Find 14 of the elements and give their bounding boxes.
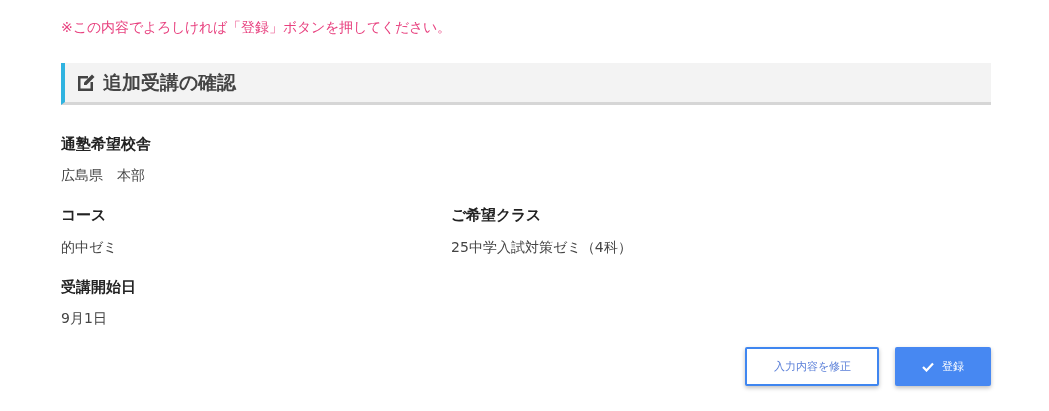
field-value: 的中ゼミ xyxy=(61,237,118,257)
edit-icon xyxy=(77,72,97,93)
register-button[interactable]: 登録 xyxy=(895,347,991,387)
section-title: 追加受講の確認 xyxy=(103,71,236,94)
field-label: コース xyxy=(61,205,107,227)
field-value: 25中学入試対策ゼミ（4科） xyxy=(451,237,633,257)
field-value: 9月1日 xyxy=(61,309,108,329)
field-label: ご希望クラス xyxy=(451,205,542,227)
field-value: 広島県 本部 xyxy=(61,166,146,186)
field-label: 受講開始日 xyxy=(61,276,137,298)
field-label: 通塾希望校舎 xyxy=(61,133,152,155)
edit-button[interactable]: 入力内容を修正 xyxy=(745,347,879,387)
check-icon xyxy=(922,361,934,372)
notice-text: ※この内容でよろしければ「登録」ボタンを押してください。 xyxy=(61,18,452,37)
